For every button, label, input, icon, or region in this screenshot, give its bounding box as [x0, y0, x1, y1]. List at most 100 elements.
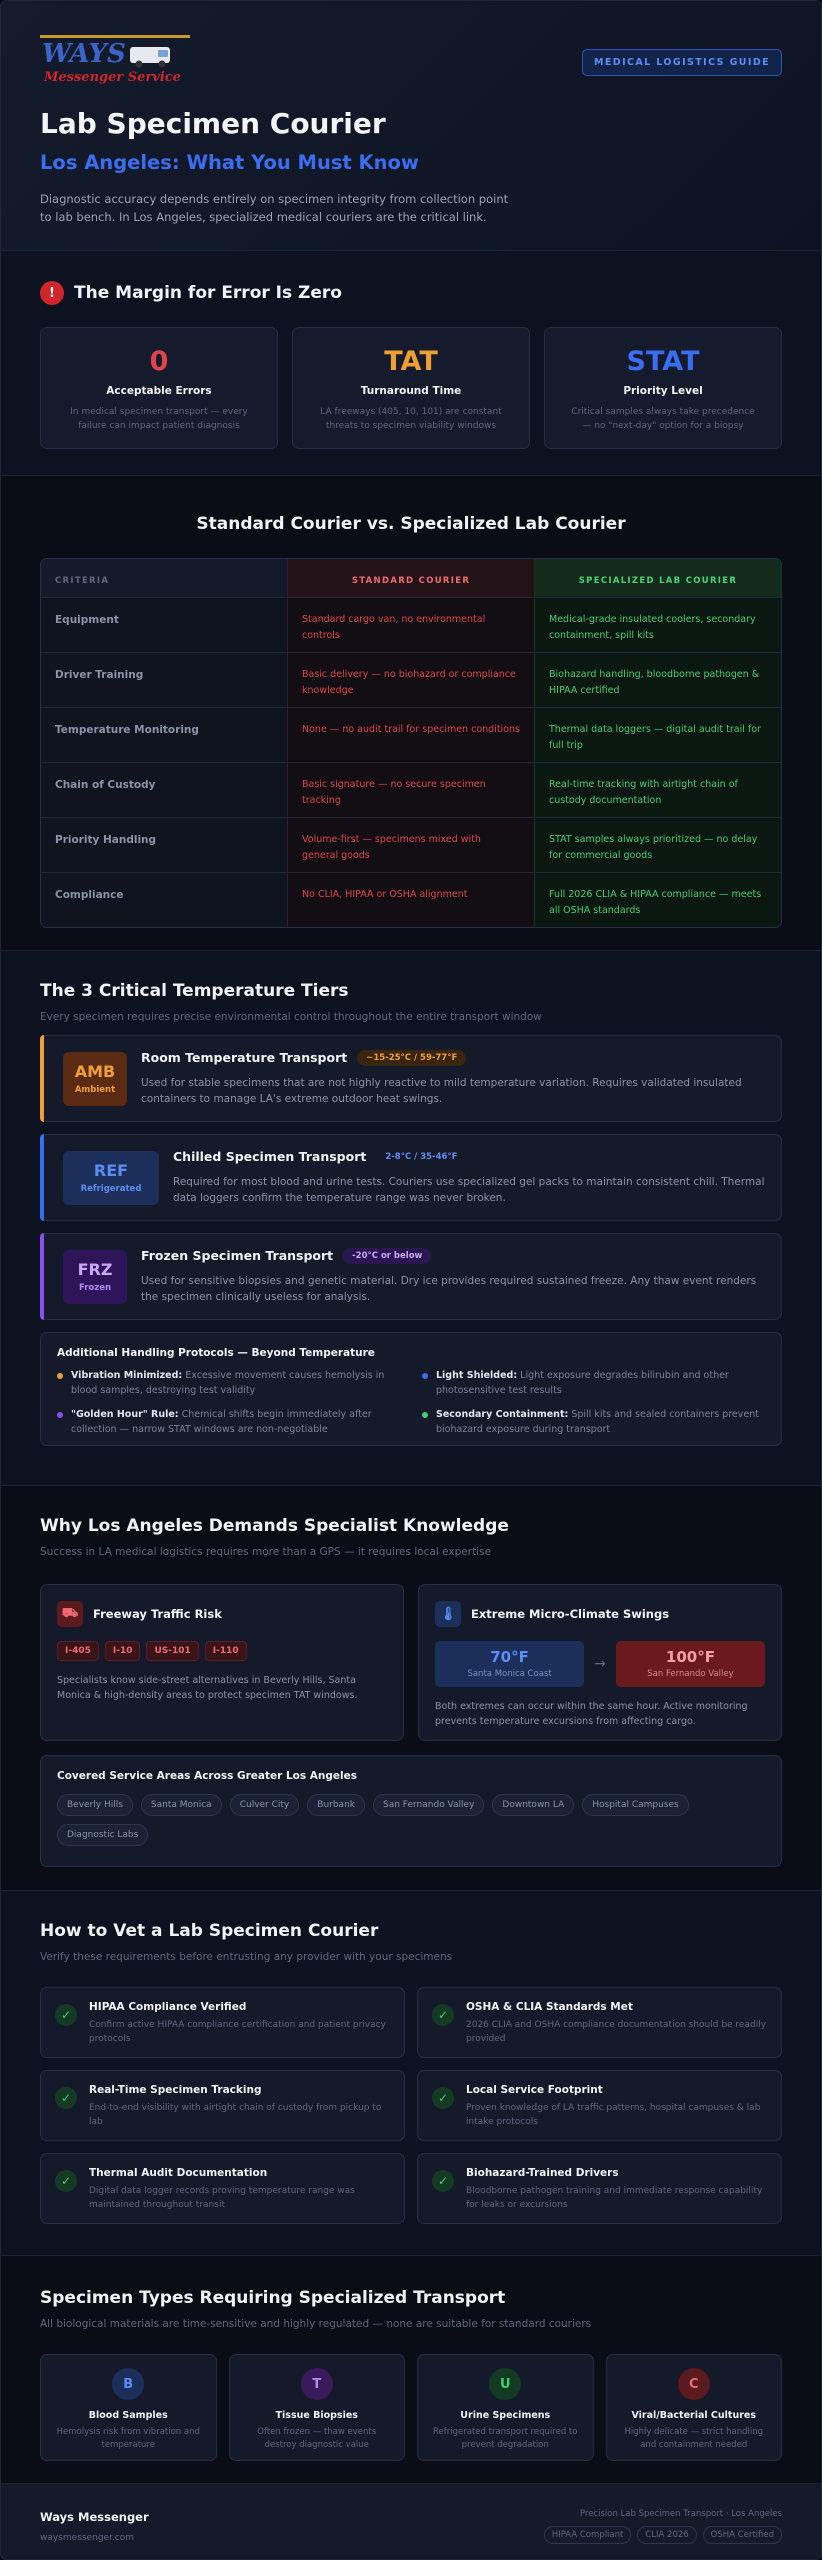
climate-text: Both extremes can occur within the same … [435, 1701, 748, 1727]
table-header-row: CRITERIA STANDARD COURIER SPECIALIZED LA… [41, 559, 781, 597]
tier-frozen: FRZ Frozen Frozen Specimen Transport -20°C… [40, 1233, 782, 1320]
tier-code-box: FRZ Frozen [63, 1249, 127, 1304]
check-icon: ✓ [55, 2087, 77, 2109]
specialized-cell: Real-time tracking with airtight chain o… [534, 763, 781, 817]
los-angeles-section: Why Los Angeles Demands Specialist Knowl… [1, 1486, 821, 1891]
stat-label: Acceptable Errors [106, 385, 212, 397]
specialized-cell: Medical-grade insulated coolers, seconda… [534, 598, 781, 652]
stat-card: TAT Turnaround Time LA freeways (405, 10, … [292, 327, 530, 449]
vet-item: ✓ HIPAA Compliance Verified Confirm active… [40, 1987, 405, 2058]
svg-text:WAYS: WAYS [42, 39, 126, 69]
criteria-cell: Compliance [41, 873, 287, 927]
ways-messenger-logo[interactable]: WAYS Messenger Service [40, 35, 190, 87]
standard-cell: Standard cargo van, no environmental con… [287, 598, 534, 652]
tier-desc: Required for most blood and urine tests.… [173, 1175, 765, 1205]
specimen-card: C Viral/Bacterial Cultures Highly delicate… [605, 2354, 782, 2461]
compliance-badge: CLIA 2026 [637, 2526, 697, 2544]
tier-code-label: Ambient [74, 1085, 116, 1095]
protocol-item: Secondary Containment: Spill kits and se… [422, 1408, 765, 1437]
criteria-cell: Priority Handling [41, 818, 287, 872]
column-header: CRITERIA [41, 559, 287, 597]
stat-desc: In medical specimen transport — every fa… [70, 407, 248, 431]
table-row: Driver Training Basic delivery — no bioha… [41, 652, 781, 707]
compliance-badge: HIPAA Compliant [543, 2526, 632, 2544]
area-tag: Beverly Hills [57, 1794, 133, 1816]
standard-cell: Basic delivery — no biohazard or complia… [287, 653, 534, 707]
specialized-cell: Biohazard handling, bloodborne pathogen … [534, 653, 781, 707]
vet-subtitle: Verify these requirements before entrust… [40, 1951, 453, 1963]
criteria-cell: Driver Training [41, 653, 287, 707]
area-tag: Santa Monica [140, 1794, 222, 1816]
standard-cell: Basic signature — no secure specimen tra… [287, 763, 534, 817]
stat-label: Priority Level [623, 385, 703, 397]
hero-section: WAYS Messenger Service MEDICAL LOGISTICS… [1, 1, 821, 251]
traffic-title: Freeway Traffic Risk [93, 1607, 222, 1621]
table-row: Chain of Custody Basic signature — no sec… [41, 762, 781, 817]
page-title: Lab Specimen Courier [40, 107, 386, 140]
check-icon: ✓ [432, 2087, 454, 2109]
tier-title: Frozen Specimen Transport [141, 1248, 334, 1263]
stat-card: STAT Priority Level Critical samples alway… [544, 327, 782, 449]
table-row: Temperature Monitoring None — no audit tr… [41, 707, 781, 762]
tier-refrigerated: REF Refrigerated Chilled Specimen Transpo… [40, 1134, 782, 1221]
stat-value: STAT [626, 346, 700, 377]
check-icon: ✓ [55, 2170, 77, 2192]
tier-range-pill: 2-8°C / 35-46°F [385, 1151, 458, 1162]
alert-icon: ! [40, 281, 64, 305]
micro-climate-card: 🌡 Extreme Micro-Climate Swings 70°F Santa … [418, 1584, 782, 1741]
hot-temp-box: 100°F San Fernando Valley [615, 1641, 766, 1687]
criteria-cell: Chain of Custody [41, 763, 287, 817]
standard-cell: None — no audit trail for specimen condi… [287, 708, 534, 762]
tier-desc: Used for sensitive biopsies and genetic … [141, 1274, 757, 1304]
footer-url-link[interactable]: waysmessenger.com [40, 2533, 149, 2543]
area-tag: Hospital Campuses [582, 1794, 689, 1816]
criteria-cell: Equipment [41, 598, 287, 652]
column-header: STANDARD COURIER [287, 559, 534, 597]
footer-tagline: Precision Lab Specimen Transport · Los A… [579, 2509, 782, 2519]
specimen-card: B Blood Samples Hemolysis risk from vibrat… [40, 2354, 217, 2461]
stat-value: 0 [149, 346, 169, 377]
service-areas: Covered Service Areas Across Greater Los… [40, 1755, 782, 1867]
vet-item: ✓ Biohazard-Trained Drivers Bloodborne pat… [417, 2153, 782, 2224]
specimen-types-section: Specimen Types Requiring Specialized Tra… [1, 2256, 821, 2484]
tier-range-pill: -20°C or below [343, 1247, 432, 1264]
check-icon: ✓ [432, 2170, 454, 2192]
standard-cell: No CLIA, HIPAA or OSHA alignment [287, 873, 534, 927]
column-header: SPECIALIZED LAB COURIER [534, 559, 781, 597]
tier-code: REF [93, 1161, 129, 1180]
tier-code-label: Refrigerated [80, 1184, 142, 1194]
table-row: Compliance No CLIA, HIPAA or OSHA alignme… [41, 872, 781, 927]
criteria-cell: Temperature Monitoring [41, 708, 287, 762]
stat-desc: LA freeways (405, 10, 101) are constant … [320, 407, 502, 431]
specimen-card: T Tissue Biopsies Often frozen — thaw even… [228, 2354, 405, 2461]
specialized-cell: STAT samples always prioritized — no del… [534, 818, 781, 872]
truck-icon: ⛟ [57, 1601, 83, 1627]
stat-label: Turnaround Time [360, 385, 462, 397]
table-row: Priority Handling Volume-first — specimen… [41, 817, 781, 872]
stat-value: TAT [384, 346, 438, 377]
cool-temp-box: 70°F Santa Monica Coast [435, 1641, 585, 1687]
protocol-item: Vibration Minimized: Excessive movement … [57, 1369, 400, 1398]
stat-cards: 0 Acceptable Errors In medical specimen tr… [40, 327, 782, 449]
temperature-subtitle: Every specimen requires precise environm… [40, 1011, 542, 1023]
thermometer-icon: 🌡 [435, 1601, 461, 1627]
footer-brand: Ways Messenger [40, 2510, 149, 2524]
protocol-item: Light Shielded: Light exposure degrades … [422, 1369, 765, 1398]
types-subtitle: All biological materials are time-sensit… [40, 2318, 592, 2330]
table-row: Equipment Standard cargo van, no environm… [41, 597, 781, 652]
page-subtitle: Los Angeles: What You Must Know [40, 151, 419, 174]
tier-title: Room Temperature Transport [141, 1050, 348, 1065]
check-icon: ✓ [55, 2004, 77, 2026]
freeway-tag: I-110 [204, 1641, 247, 1661]
vet-item: ✓ Local Service Footprint Proven knowledge… [417, 2070, 782, 2141]
footer: Ways Messenger waysmessenger.com Precisio… [1, 2484, 821, 2559]
page: WAYS Messenger Service MEDICAL LOGISTICS… [0, 0, 822, 2560]
vet-item: ✓ Thermal Audit Documentation Digital data… [40, 2153, 405, 2224]
urine-icon: U [489, 2368, 522, 2400]
margin-heading: ! The Margin for Error Is Zero [40, 281, 782, 305]
tier-code-label: Frozen [78, 1283, 112, 1293]
la-title: Why Los Angeles Demands Specialist Knowl… [40, 1516, 509, 1536]
la-subtitle: Success in LA medical logistics requires… [40, 1546, 492, 1558]
compliance-badge: OSHA Certified [702, 2526, 782, 2544]
temperature-section: The 3 Critical Temperature Tiers Every s… [1, 951, 821, 1486]
